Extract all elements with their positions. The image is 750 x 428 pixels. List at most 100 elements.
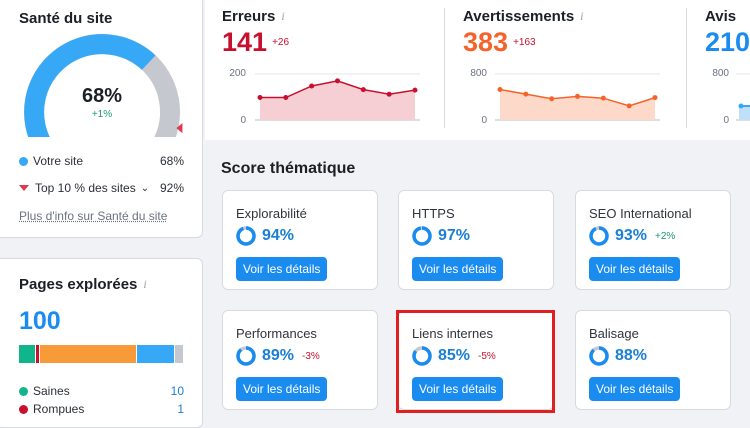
- healthy-dot: [19, 386, 28, 396]
- topic-card: Balisage 88% Voir les détails: [575, 310, 731, 410]
- crawl-bar-segment[interactable]: [40, 345, 137, 363]
- errors-title: Erreurs: [222, 8, 276, 25]
- top-sites-label: Top 10 % des sites: [35, 181, 136, 195]
- topic-score[interactable]: 94%: [262, 227, 294, 245]
- donut-icon: [236, 346, 256, 366]
- topic-delta: -5%: [478, 350, 496, 362]
- chart-point: [523, 91, 529, 97]
- crawl-bar-segment[interactable]: [137, 345, 175, 363]
- site-health-delta: +1%: [91, 109, 113, 120]
- broken-label: Rompues: [33, 402, 85, 416]
- donut-icon: [589, 346, 609, 366]
- your-site-dot: [19, 156, 28, 166]
- errors-axis-bottom: 0: [240, 115, 246, 126]
- topic-card: Performances 89% -3% Voir les détails: [222, 310, 378, 410]
- warnings-axis-top: 800: [470, 68, 487, 79]
- site-health-value: 68%: [81, 85, 123, 107]
- chart-point: [652, 95, 658, 101]
- chart-area: [260, 80, 415, 120]
- topic-score-row: 85% -5%: [412, 346, 496, 366]
- topic-name: Balisage: [589, 326, 639, 341]
- crawled-row-healthy[interactable]: Saines 10: [19, 384, 184, 398]
- chart-point: [549, 96, 555, 102]
- site-health-gauge: [24, 33, 183, 137]
- view-details-button[interactable]: Voir les détails: [589, 257, 681, 281]
- view-details-button[interactable]: Voir les détails: [412, 377, 504, 401]
- top-sites-row[interactable]: Top 10 % des sites ⌄ 92%: [19, 181, 184, 195]
- topic-score[interactable]: 85%: [438, 347, 470, 365]
- notices-title: Avis: [705, 8, 737, 25]
- chevron-down-icon[interactable]: ⌄: [141, 183, 149, 194]
- your-site-row: Votre site 68%: [19, 154, 184, 168]
- chart-point: [360, 87, 366, 93]
- your-site-value: 68%: [159, 154, 184, 168]
- site-health-title: Santé du site: [19, 10, 113, 27]
- topic-score-row: 89% -3%: [236, 346, 320, 366]
- chart-point: [283, 94, 289, 100]
- topic-name: HTTPS: [412, 206, 455, 221]
- topic-score[interactable]: 93%: [615, 227, 647, 245]
- errors-delta: +26: [272, 37, 290, 48]
- crawl-bar-segment[interactable]: [36, 345, 40, 363]
- donut-icon: [236, 226, 256, 246]
- healthy-value[interactable]: 10: [171, 384, 184, 398]
- healthy-label: Saines: [33, 384, 70, 398]
- site-health-more-link[interactable]: Plus d'info sur Santé du site: [19, 209, 167, 223]
- info-icon[interactable]: i: [580, 9, 583, 24]
- chart-point: [335, 78, 340, 84]
- topic-delta: -3%: [302, 350, 320, 362]
- view-details-button[interactable]: Voir les détails: [412, 257, 504, 281]
- divider: [444, 8, 445, 128]
- divider: [686, 8, 687, 128]
- topic-card: SEO International 93% +2% Voir les détails: [575, 190, 731, 290]
- topic-score[interactable]: 88%: [615, 347, 647, 365]
- topic-delta: +2%: [655, 230, 676, 242]
- chart-point: [309, 83, 315, 89]
- donut-icon: [589, 226, 609, 246]
- crawl-bar-segment[interactable]: [19, 345, 35, 363]
- notices-value[interactable]: 210: [705, 27, 750, 58]
- topic-score[interactable]: 97%: [438, 227, 470, 245]
- notices-chart[interactable]: [736, 72, 750, 122]
- topic-name: Performances: [236, 326, 317, 341]
- topic-score-row: 88%: [589, 346, 655, 366]
- errors-value[interactable]: 141: [222, 27, 267, 58]
- warnings-metric: Avertissements i 383 +163: [463, 8, 584, 58]
- broken-dot: [19, 404, 28, 414]
- notices-metric: Avis 210: [705, 8, 750, 58]
- notices-axis-bottom: 0: [723, 115, 729, 126]
- errors-metric: Erreurs i 141 +26: [222, 8, 289, 58]
- warnings-chart[interactable]: [495, 72, 660, 122]
- chart-point: [575, 93, 580, 99]
- broken-value[interactable]: 1: [177, 402, 184, 416]
- warnings-value[interactable]: 383: [463, 27, 508, 58]
- donut-icon: [412, 226, 432, 246]
- chart-point: [497, 87, 503, 93]
- site-health-card: Santé du site 68% +1% Votre site 68% Top…: [0, 0, 203, 238]
- topic-card: Explorabilité 94% Voir les détails: [222, 190, 378, 290]
- notices-axis-top: 800: [712, 68, 729, 79]
- triangle-down-icon: [19, 185, 29, 191]
- chart-point: [412, 87, 418, 93]
- crawl-bar-segment[interactable]: [175, 345, 184, 363]
- view-details-button[interactable]: Voir les détails: [236, 257, 328, 281]
- errors-axis-top: 200: [229, 68, 246, 79]
- view-details-button[interactable]: Voir les détails: [589, 377, 681, 401]
- info-icon[interactable]: i: [281, 9, 284, 24]
- crawled-row-broken[interactable]: Rompues 1: [19, 402, 184, 416]
- topic-score-row: 97%: [412, 226, 478, 246]
- errors-chart[interactable]: [255, 72, 420, 122]
- view-details-button[interactable]: Voir les détails: [236, 377, 328, 401]
- chart-point: [600, 95, 606, 101]
- warnings-axis-bottom: 0: [481, 115, 487, 126]
- thematic-title: Score thématique: [221, 160, 356, 177]
- info-icon[interactable]: i: [143, 277, 146, 292]
- crawled-pages-count[interactable]: 100: [19, 307, 61, 336]
- crawled-pages-card: Pages explorées i 100 Saines 10 Rompues …: [0, 258, 203, 428]
- your-site-label: Votre site: [33, 154, 84, 168]
- chart-point: [386, 91, 392, 97]
- chart-point: [626, 103, 632, 109]
- crawled-pages-bar[interactable]: [19, 345, 184, 363]
- topic-score-row: 94%: [236, 226, 302, 246]
- topic-score[interactable]: 89%: [262, 347, 294, 365]
